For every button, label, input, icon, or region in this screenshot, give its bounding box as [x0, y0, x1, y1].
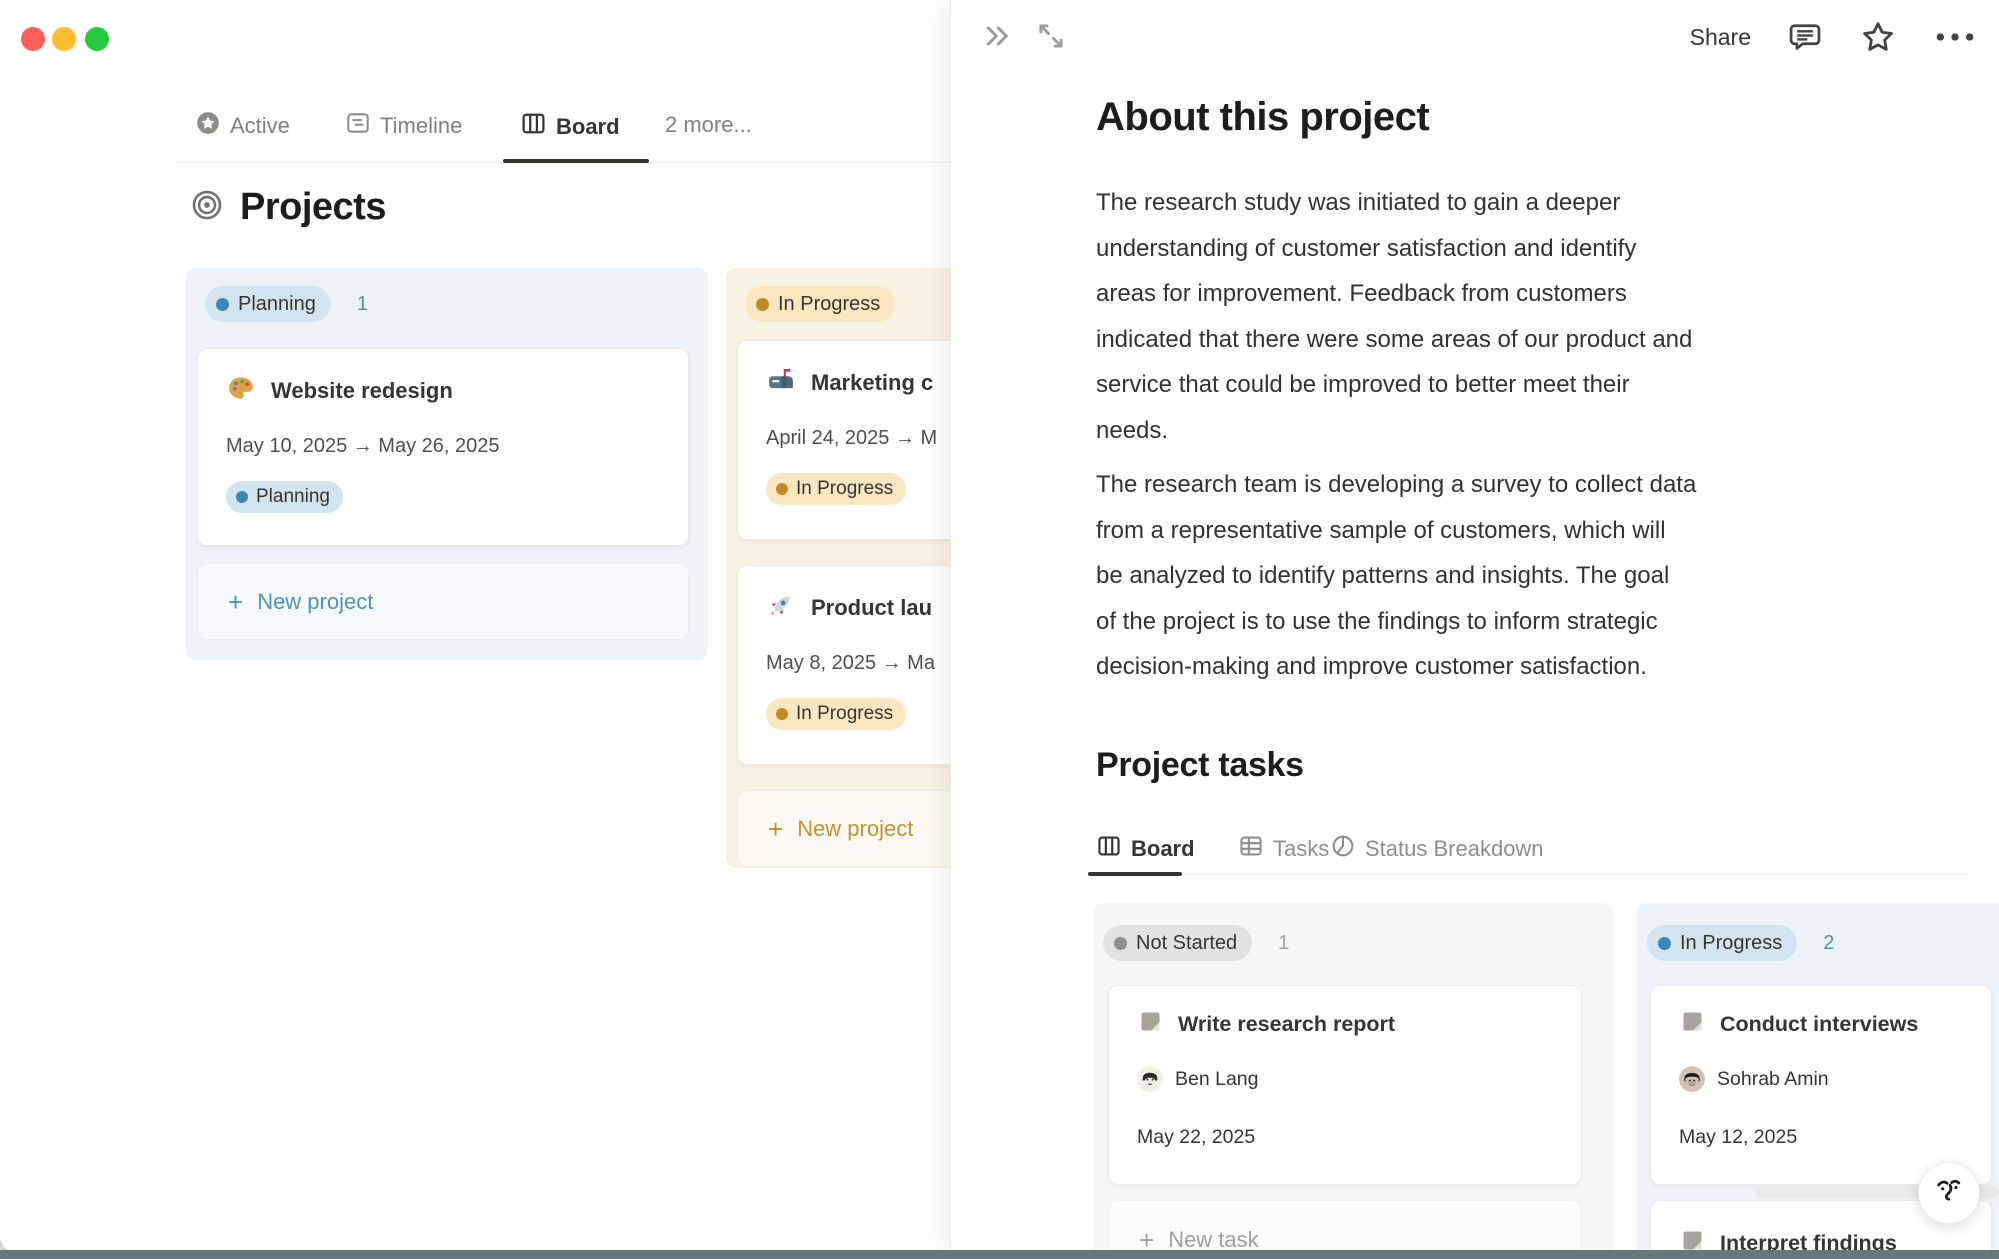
- card-status-pill: In Progress: [766, 698, 906, 730]
- bullseye-icon: [190, 188, 224, 227]
- timeline-doc-icon: [345, 110, 371, 142]
- new-project-button[interactable]: + New project: [197, 563, 689, 640]
- double-chevron-right-icon[interactable]: [981, 20, 1013, 52]
- status-label: In Progress: [778, 293, 880, 316]
- view-tabs: Active Timeline Board 2 more...: [175, 96, 950, 164]
- column-header: In Progress: [745, 286, 895, 322]
- card-status-pill: In Progress: [766, 473, 906, 505]
- doc-paragraph-1: The research study was initiated to gain…: [1096, 180, 1906, 453]
- task-view-tabs: Board Tasks Status Breakdown: [1088, 833, 1968, 879]
- tabs-divider: [1088, 874, 1966, 875]
- ellipsis-icon[interactable]: [1933, 19, 1977, 55]
- side-peek-panel: Share About this project The research st…: [950, 0, 1999, 1252]
- tab-task-board[interactable]: Board: [1096, 833, 1195, 865]
- rocket-icon: [766, 590, 796, 626]
- doc-heading-tasks: Project tasks: [1096, 746, 1304, 785]
- board-columns-icon: [520, 110, 547, 143]
- tab-task-tasks[interactable]: Tasks: [1238, 833, 1329, 865]
- status-pill-planning[interactable]: Planning: [205, 286, 331, 322]
- status-label: In Progress: [796, 478, 893, 500]
- peek-toolbar-right: Share: [1690, 18, 1977, 56]
- tab-status-breakdown[interactable]: Status Breakdown: [1330, 833, 1544, 865]
- table-icon: [1238, 833, 1264, 865]
- share-button[interactable]: Share: [1690, 24, 1751, 51]
- card-title: Product lau: [811, 595, 932, 621]
- zoom-window-button[interactable]: [85, 27, 109, 51]
- card-title: Website redesign: [271, 378, 453, 404]
- tab-timeline-view[interactable]: Timeline: [345, 110, 462, 142]
- status-dot: [236, 491, 248, 503]
- button-label: New project: [797, 816, 913, 842]
- page-title-row: Projects: [190, 186, 386, 229]
- doc-paragraph-2: The research team is developing a survey…: [1096, 462, 1906, 690]
- star-icon[interactable]: [1859, 18, 1897, 56]
- tab-label: Active: [230, 113, 290, 139]
- card-status-pill: Planning: [226, 481, 343, 513]
- page-title: Projects: [240, 186, 386, 229]
- card-date-range: April 24, 2025 → M: [766, 427, 937, 450]
- screen-bottom-edge: [0, 1250, 1999, 1259]
- status-dot: [776, 483, 788, 495]
- column-header: Planning 1: [205, 286, 368, 322]
- tab-label: Board: [1131, 836, 1195, 862]
- pie-chart-icon: [1330, 833, 1356, 865]
- tab-label: Timeline: [380, 113, 462, 139]
- tab-board-view[interactable]: Board: [520, 110, 620, 143]
- tab-active-view[interactable]: Active: [195, 110, 290, 142]
- status-dot: [756, 298, 769, 311]
- status-dot: [776, 708, 788, 720]
- mailbox-icon: [766, 365, 796, 401]
- tab-label: Tasks: [1273, 836, 1329, 862]
- status-dot: [216, 298, 229, 311]
- active-tab-underline: [1088, 872, 1182, 876]
- notion-app-window: Active Timeline Board 2 more... P: [0, 0, 1999, 1259]
- button-label: New project: [257, 589, 373, 615]
- card-date-range: May 10, 2025 → May 26, 2025: [226, 435, 500, 458]
- close-window-button[interactable]: [21, 27, 45, 51]
- doc-heading-about: About this project: [1096, 95, 1429, 140]
- tab-label: Board: [556, 114, 620, 140]
- project-card-website-redesign[interactable]: Website redesign May 10, 2025 → May 26, …: [197, 348, 689, 546]
- status-label: Planning: [256, 486, 330, 508]
- minimize-window-button[interactable]: [52, 27, 76, 51]
- more-tabs-button[interactable]: 2 more...: [665, 112, 752, 138]
- status-label: Planning: [238, 293, 316, 316]
- peek-toolbar-left: [981, 20, 1067, 52]
- window-rounded-corner: [0, 1228, 170, 1252]
- plus-icon: +: [228, 589, 243, 615]
- column-count: 1: [357, 293, 368, 316]
- palette-icon: [226, 373, 256, 409]
- comment-icon[interactable]: [1787, 19, 1823, 55]
- board-columns-icon: [1096, 833, 1122, 865]
- board-column-planning: Planning 1 Website redesign May 10, 2025…: [186, 268, 708, 660]
- plus-icon: +: [768, 816, 783, 842]
- tab-label: Status Breakdown: [1365, 836, 1544, 862]
- star-circle-icon: [195, 110, 221, 142]
- card-title: Marketing c: [811, 370, 933, 396]
- status-label: In Progress: [796, 703, 893, 725]
- card-date-range: May 8, 2025 → Ma: [766, 652, 935, 675]
- active-tab-underline: [503, 159, 649, 163]
- status-pill-in-progress[interactable]: In Progress: [745, 286, 895, 322]
- expand-icon[interactable]: [1035, 20, 1067, 52]
